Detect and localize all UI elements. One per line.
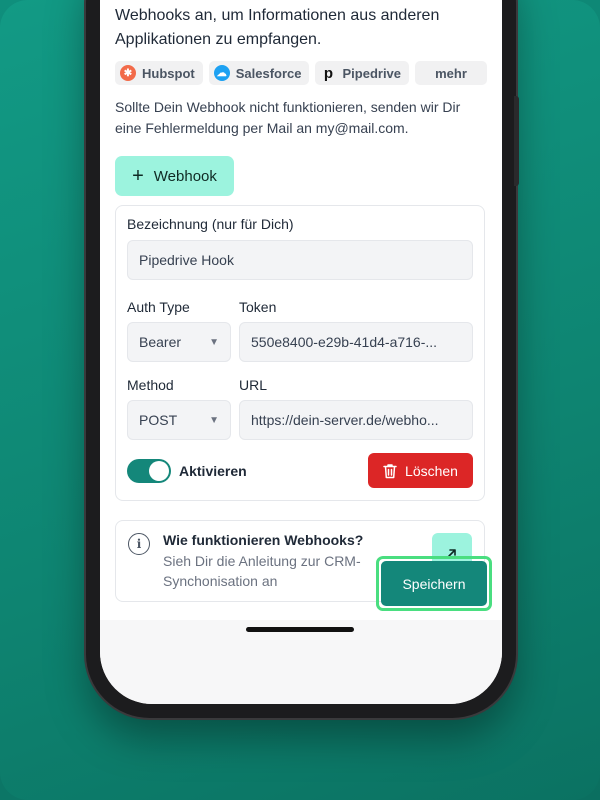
delete-button[interactable]: Löschen bbox=[368, 453, 473, 488]
error-note: Sollte Dein Webhook nicht funktionieren,… bbox=[115, 97, 487, 139]
phone-screen: Webhooks an, um Informationen aus andere… bbox=[100, 0, 502, 704]
plus-icon: + bbox=[132, 165, 144, 187]
url-input[interactable]: https://dein-server.de/webho... bbox=[239, 400, 473, 440]
hubspot-icon: ✱ bbox=[120, 65, 136, 81]
add-webhook-label: Webhook bbox=[153, 167, 217, 185]
intro-line-2: Applikationen zu empfangen. bbox=[115, 31, 322, 48]
add-webhook-button[interactable]: + Webhook bbox=[115, 156, 234, 196]
trash-icon bbox=[383, 463, 397, 478]
name-input[interactable]: Pipedrive Hook bbox=[127, 240, 473, 280]
intro-line-1: Webhooks an, um Informationen aus andere… bbox=[115, 7, 440, 24]
auth-type-value: Bearer bbox=[139, 334, 182, 350]
url-value: https://dein-server.de/webho... bbox=[251, 412, 439, 428]
bottom-bar bbox=[100, 620, 502, 704]
save-button[interactable]: Speichern bbox=[381, 561, 487, 606]
integration-label: Pipedrive bbox=[342, 65, 402, 81]
webhook-settings: Webhooks an, um Informationen aus andere… bbox=[115, 0, 487, 602]
phone-side-button bbox=[514, 96, 519, 186]
pipedrive-icon: p bbox=[323, 64, 334, 82]
help-title: Wie funktionieren Webhooks? bbox=[163, 532, 364, 548]
integration-chip-more[interactable]: mehr bbox=[415, 61, 487, 85]
toggle-knob bbox=[149, 460, 169, 481]
salesforce-icon: ☁ bbox=[213, 65, 230, 81]
method-label: Method bbox=[127, 377, 174, 393]
delete-label: Löschen bbox=[405, 462, 458, 479]
method-select[interactable]: POST ▼ bbox=[127, 400, 231, 440]
integration-chip-salesforce[interactable]: ☁ Salesforce bbox=[208, 61, 310, 85]
save-label: Speichern bbox=[402, 575, 466, 592]
error-note-line-2: eine Fehlermeldung per Mail an my@mail.c… bbox=[115, 120, 409, 136]
name-label: Bezeichnung (nur für Dich) bbox=[127, 216, 294, 232]
chevron-down-icon: ▼ bbox=[209, 414, 219, 426]
error-note-line-1: Sollte Dein Webhook nicht funktionieren,… bbox=[115, 99, 461, 115]
auth-type-label: Auth Type bbox=[127, 299, 190, 315]
webhook-card: Bezeichnung (nur für Dich) Pipedrive Hoo… bbox=[115, 205, 485, 501]
url-label: URL bbox=[239, 377, 268, 393]
method-value: POST bbox=[139, 412, 178, 428]
info-icon: i bbox=[128, 533, 150, 555]
chevron-down-icon: ▼ bbox=[209, 336, 219, 348]
activate-label: Aktivieren bbox=[179, 462, 247, 479]
auth-type-select[interactable]: Bearer ▼ bbox=[127, 322, 231, 362]
integration-label: Hubspot bbox=[142, 65, 195, 81]
token-value: 550e8400-e29b-41d4-a716-... bbox=[251, 334, 438, 350]
token-label: Token bbox=[239, 299, 277, 315]
activate-toggle[interactable] bbox=[127, 458, 171, 483]
name-value: Pipedrive Hook bbox=[139, 252, 234, 268]
token-input[interactable]: 550e8400-e29b-41d4-a716-... bbox=[239, 322, 473, 362]
integration-chip-pipedrive[interactable]: p Pipedrive bbox=[315, 61, 410, 85]
integration-chip-hubspot[interactable]: ✱ Hubspot bbox=[115, 61, 203, 85]
intro-text: Webhooks an, um Informationen aus andere… bbox=[115, 4, 487, 52]
integration-list: ✱ Hubspot ☁ Salesforce p Pipedrive mehr bbox=[115, 61, 487, 85]
home-indicator bbox=[246, 627, 354, 632]
integration-label: mehr bbox=[435, 65, 467, 81]
help-description: Sieh Dir die Anleitung zur CRM-Synchonis… bbox=[163, 553, 361, 589]
integration-label: Salesforce bbox=[235, 65, 302, 81]
